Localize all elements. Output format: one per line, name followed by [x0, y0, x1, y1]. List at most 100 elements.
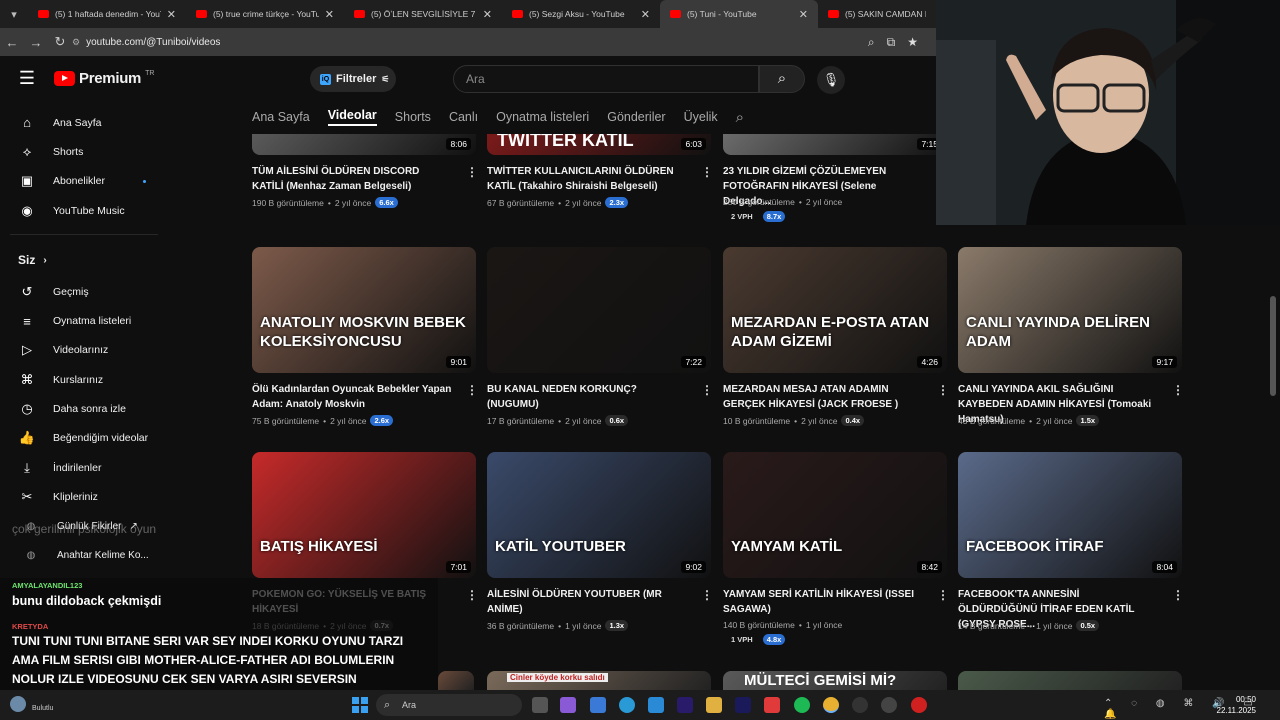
- search-icon[interactable]: ⌕: [759, 65, 805, 93]
- page-scrollbar[interactable]: [1270, 296, 1276, 396]
- video-more-icon[interactable]: ⋮: [1172, 383, 1184, 397]
- browser-tab[interactable]: (5) SAKIN CAMDAN BAKMA: [818, 0, 936, 28]
- sidebar-item-courses[interactable]: ⌘ Kurslarınız: [0, 365, 168, 394]
- video-more-icon[interactable]: ⋮: [466, 165, 478, 179]
- sidebar-item-liked-videos[interactable]: 👍 Beğendiğim videolar: [0, 424, 168, 453]
- video-more-icon[interactable]: ⋮: [937, 588, 949, 602]
- browser-tab-active[interactable]: (5) Tuni - YouTube ✕: [660, 0, 818, 28]
- edge-icon[interactable]: [619, 697, 635, 713]
- reload-icon[interactable]: ↻: [48, 34, 72, 50]
- close-tab-icon[interactable]: ✕: [483, 8, 492, 21]
- video-more-icon[interactable]: ⋮: [701, 165, 713, 179]
- video-title[interactable]: Ölü Kadınlardan Oyuncak Bebekler Yapan A…: [252, 382, 452, 412]
- spotify-icon[interactable]: [794, 697, 810, 713]
- bookmark-star-icon[interactable]: ★: [907, 35, 918, 50]
- close-tab-icon[interactable]: ✕: [167, 8, 176, 21]
- video-thumbnail[interactable]: FACEBOOK İTİRAF 8:04: [958, 452, 1182, 578]
- video-thumbnail-partial[interactable]: Cinler köyde korku salıdı: [487, 671, 711, 690]
- video-more-icon[interactable]: ⋮: [466, 588, 478, 602]
- search-input[interactable]: Ara: [453, 65, 759, 93]
- video-thumbnail[interactable]: 7:15: [723, 134, 947, 155]
- video-more-icon[interactable]: ⋮: [701, 383, 713, 397]
- video-thumbnail[interactable]: MEZARDAN E-POSTA ATAN ADAM GİZEMİ 4:26: [723, 247, 947, 373]
- sidebar-item-watch-later[interactable]: ◷ Daha sonra izle: [0, 394, 168, 423]
- tab-home[interactable]: Ana Sayfa: [252, 110, 310, 124]
- file-explorer-icon[interactable]: [706, 697, 722, 713]
- sidebar-item-clips[interactable]: ✂ Klipleriniz: [0, 482, 168, 511]
- video-thumbnail[interactable]: KATİL YOUTUBER 9:02: [487, 452, 711, 578]
- video-thumbnail[interactable]: 8:06: [252, 134, 476, 155]
- tab-live[interactable]: Canlı: [449, 110, 478, 124]
- youtube-music-icon[interactable]: [764, 697, 780, 713]
- video-title[interactable]: AİLESİNİ ÖLDÜREN YOUTUBER (MR ANİME): [487, 587, 687, 617]
- weather-icon[interactable]: [10, 696, 26, 712]
- video-title[interactable]: BU KANAL NEDEN KORKUNÇ? (NUGUMU): [487, 382, 687, 412]
- video-thumbnail-partial[interactable]: MÜLTECİ GEMİSİ Mİ?: [723, 671, 947, 690]
- tab-list-dropdown[interactable]: ▾: [0, 0, 28, 28]
- obs-icon[interactable]: [881, 697, 897, 713]
- tab-playlists[interactable]: Oynatma listeleri: [496, 110, 589, 124]
- taskbar-clock[interactable]: 00:50 22.11.2025: [1217, 694, 1256, 716]
- video-thumbnail-partial[interactable]: [438, 671, 474, 690]
- video-thumbnail[interactable]: 7:22: [487, 247, 711, 373]
- windows-start-icon[interactable]: [352, 697, 368, 713]
- tab-videos[interactable]: Videolar: [327, 108, 377, 126]
- install-app-icon[interactable]: ⧉: [887, 35, 896, 50]
- video-title[interactable]: MEZARDAN MESAJ ATAN ADAMIN GERÇEK HİKAYE…: [723, 382, 923, 412]
- store-icon[interactable]: [590, 697, 606, 713]
- sidebar-item-your-videos[interactable]: ▷ Videolarınız: [0, 336, 168, 365]
- video-more-icon[interactable]: ⋮: [1172, 588, 1184, 602]
- sidebar-item-playlists[interactable]: ≡ Oynatma listeleri: [0, 306, 168, 335]
- zoom-icon[interactable]: ⌕: [868, 35, 875, 50]
- video-thumbnail[interactable]: TWITTER KATİL 6:03: [487, 134, 711, 155]
- tab-membership[interactable]: Üyelik: [684, 110, 718, 124]
- close-tab-icon[interactable]: ✕: [641, 8, 650, 21]
- youtube-logo[interactable]: Premium TR: [54, 70, 154, 87]
- thumbnail-text: YAMYAM KATİL: [731, 538, 843, 555]
- site-info-icon[interactable]: ⚙: [72, 37, 80, 48]
- video-thumbnail[interactable]: BATIŞ HİKAYESİ 7:01: [252, 452, 476, 578]
- browser-tab[interactable]: (5) ÖʼLEN SEVGİLİSİYLE 7 YIL AYNI✕: [344, 0, 502, 28]
- sidebar-item-keyword[interactable]: ◍ Anahtar Kelime Ko...: [0, 541, 168, 570]
- sidebar-item-downloads[interactable]: ⤓ İndirilenler: [0, 453, 168, 482]
- sidebar-item-history[interactable]: ↺ Geçmiş: [0, 277, 168, 306]
- video-title[interactable]: YAMYAM SERİ KATİLİN HİKAYESİ (ISSEI SAGA…: [723, 587, 923, 617]
- sidebar-item-subscriptions[interactable]: ▣ Abonelikler: [0, 167, 168, 196]
- premiere-icon[interactable]: [677, 697, 693, 713]
- browser-tab[interactable]: (5) Sezgi Aksu - YouTube ✕: [502, 0, 660, 28]
- browser-tab[interactable]: (5) true crime türkçe - YouTube ✕: [186, 0, 344, 28]
- notepad-icon[interactable]: [648, 697, 664, 713]
- microphone-icon[interactable]: 🎙: [817, 66, 845, 94]
- opera-icon[interactable]: [911, 697, 927, 713]
- tab-posts[interactable]: Gönderiler: [607, 110, 665, 124]
- address-bar[interactable]: ⚙ youtube.com/@Tuniboi/videos: [72, 37, 868, 48]
- tab-shorts[interactable]: Shorts: [395, 110, 431, 124]
- task-view-icon[interactable]: [532, 697, 548, 713]
- video-title[interactable]: TÜM AİLESİNİ ÖLDÜREN DISCORD KATİLİ (Men…: [252, 164, 452, 194]
- sidebar-item-home[interactable]: ⌂ Ana Sayfa: [0, 108, 168, 137]
- sidebar-item-shorts[interactable]: ⟡ Shorts: [0, 137, 168, 166]
- video-more-icon[interactable]: ⋮: [701, 588, 713, 602]
- sidebar-item-youtube-music[interactable]: ◉ YouTube Music: [0, 196, 168, 225]
- app-icon[interactable]: [852, 697, 868, 713]
- video-thumbnail[interactable]: ANATOLIY MOSKVIN BEBEK KOLEKSİYONCUSU 9:0…: [252, 247, 476, 373]
- filter-button[interactable]: iQ Filtreler ⚟: [310, 66, 396, 92]
- forward-icon[interactable]: →: [24, 35, 48, 50]
- video-more-icon[interactable]: ⋮: [937, 383, 949, 397]
- video-thumbnail[interactable]: YAMYAM KATİL 8:42: [723, 452, 947, 578]
- close-tab-icon[interactable]: ✕: [325, 8, 334, 21]
- video-thumbnail-partial[interactable]: [958, 671, 1182, 690]
- menu-icon[interactable]: ☰: [0, 68, 54, 89]
- taskbar-search[interactable]: ⌕ Ara: [376, 694, 522, 716]
- sidebar-you-heading[interactable]: Siz ›: [0, 243, 168, 277]
- video-title[interactable]: TWİTTER KULLANICILARINI ÖLDÜREN KATİL (T…: [487, 164, 687, 194]
- back-icon[interactable]: ←: [0, 35, 24, 50]
- audition-icon[interactable]: [735, 697, 751, 713]
- channel-search-icon[interactable]: ⌕: [736, 109, 744, 126]
- chrome-icon[interactable]: [823, 697, 839, 713]
- video-more-icon[interactable]: ⋮: [466, 383, 478, 397]
- browser-tab[interactable]: (5) 1 haftada denedim - YouTube✕: [28, 0, 186, 28]
- close-tab-icon[interactable]: ✕: [799, 8, 808, 21]
- copilot-icon[interactable]: [560, 697, 576, 713]
- video-thumbnail[interactable]: CANLI YAYINDA DELİREN ADAM 9:17: [958, 247, 1182, 373]
